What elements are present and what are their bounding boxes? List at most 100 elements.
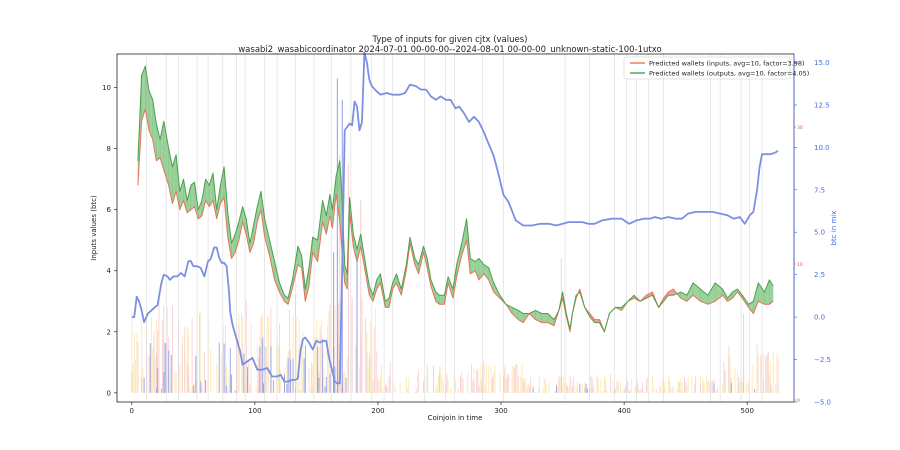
background-bar <box>394 388 396 393</box>
background-bar <box>681 382 683 393</box>
background-bar <box>439 372 440 393</box>
background-bar <box>574 392 576 393</box>
background-bar <box>436 384 438 393</box>
background-bar <box>426 364 428 393</box>
background-bar <box>303 358 305 393</box>
background-bar <box>471 363 473 393</box>
background-bar <box>192 385 194 393</box>
background-bar <box>724 370 726 393</box>
background-bar <box>559 377 561 393</box>
background-bar <box>520 376 522 393</box>
background-bar <box>627 381 629 393</box>
background-bar <box>611 391 613 393</box>
y3-tick-label: 0 <box>797 398 800 404</box>
background-bar <box>447 381 449 393</box>
background-bar <box>368 353 370 393</box>
background-bar <box>143 377 145 393</box>
background-bar <box>446 373 448 393</box>
y-tick-label: 8 <box>107 145 111 153</box>
background-bar <box>757 356 759 393</box>
fill-segment <box>190 181 195 211</box>
background-bar <box>485 363 487 393</box>
background-bar <box>700 384 701 393</box>
background-bar <box>272 380 274 393</box>
background-bar <box>171 305 173 393</box>
background-bar <box>344 371 346 393</box>
background-bar <box>510 391 512 393</box>
background-bar <box>679 382 681 393</box>
background-bar <box>538 387 540 393</box>
background-bar <box>751 365 753 393</box>
background-bar <box>546 385 548 393</box>
background-bar <box>133 332 135 393</box>
x-tick-label: 100 <box>248 407 261 415</box>
background-bar <box>570 378 572 393</box>
background-bar <box>141 377 143 393</box>
plot-frame <box>116 53 795 403</box>
background-bar <box>460 376 461 393</box>
background-bar <box>581 382 583 393</box>
legend-label-outputs: Predicted wallets (outputs, avg=10, fact… <box>649 70 809 78</box>
y-tick-label: 4 <box>107 267 112 275</box>
background-bar <box>249 383 251 393</box>
background-bar <box>562 383 564 393</box>
background-bar <box>345 377 347 393</box>
background-bar <box>659 385 661 393</box>
background-bar <box>535 392 537 393</box>
background-bar <box>194 391 196 393</box>
background-bar <box>381 365 383 393</box>
background-bar <box>524 378 525 393</box>
background-bar <box>618 392 620 393</box>
background-bar <box>483 361 485 393</box>
background-bar <box>423 381 424 393</box>
background-bar <box>265 347 267 393</box>
chart-canvas: Type of inputs for given cjtx (values) w… <box>90 35 838 422</box>
background-bar <box>610 374 612 393</box>
background-bar <box>671 386 673 393</box>
background-bar <box>338 302 340 393</box>
background-bar <box>506 377 508 393</box>
background-bar <box>258 357 260 393</box>
background-bar <box>515 364 517 393</box>
y2-tick-label: 0.0 <box>814 314 825 322</box>
background-bar <box>616 381 618 393</box>
background-bar <box>380 374 381 393</box>
background-bar <box>319 331 321 393</box>
background-bar <box>191 317 193 393</box>
background-bar <box>592 389 594 393</box>
background-bar <box>653 387 655 393</box>
x-axis-label: Coinjoin in time <box>428 414 483 422</box>
background-bar <box>287 357 289 393</box>
background-bar <box>228 374 230 393</box>
background-bar <box>728 346 730 393</box>
background-bar <box>329 373 331 393</box>
background-bar <box>247 367 248 393</box>
background-bar <box>416 375 418 393</box>
background-bar <box>162 319 164 393</box>
background-bar <box>729 356 731 393</box>
background-bar <box>717 386 719 393</box>
y2-tick-label: 15.0 <box>814 59 830 67</box>
background-bar <box>164 342 166 393</box>
background-bar <box>312 385 314 393</box>
background-bar <box>516 364 518 393</box>
background-bar <box>361 298 363 393</box>
background-bar <box>767 351 769 393</box>
y2-axis-ticks: −5.0 −2.5 0.0 2.5 5.0 7.5 10.0 12.5 15.0 <box>794 59 831 407</box>
background-bar <box>189 386 191 393</box>
background-bar <box>703 382 705 393</box>
background-bar <box>149 343 151 393</box>
background-bar <box>776 353 778 393</box>
background-bar <box>615 388 617 393</box>
background-bar <box>376 351 378 393</box>
y2-tick-label: 5.0 <box>814 229 825 237</box>
background-bar <box>768 374 770 393</box>
background-bar <box>521 364 523 393</box>
background-spike <box>336 78 338 393</box>
background-bar <box>504 368 506 393</box>
background-bar <box>572 386 573 393</box>
background-bar <box>605 380 607 393</box>
background-bar <box>612 380 614 393</box>
background-bar <box>170 355 172 393</box>
background-bar <box>201 385 203 393</box>
